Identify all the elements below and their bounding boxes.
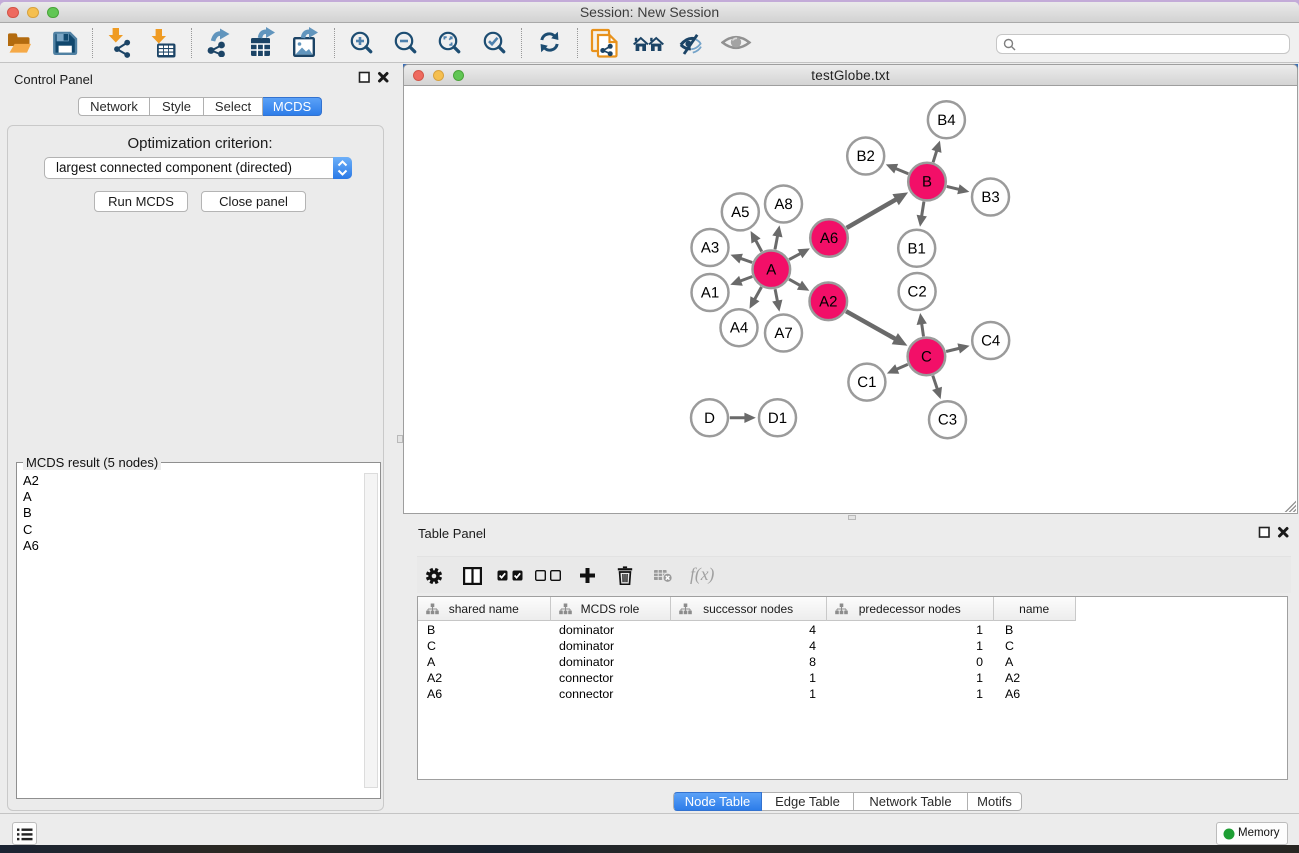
- svg-text:B2: B2: [857, 148, 875, 165]
- svg-text:A5: A5: [731, 204, 749, 221]
- svg-text:A1: A1: [701, 285, 719, 302]
- svg-text:A7: A7: [774, 325, 792, 342]
- svg-text:B1: B1: [908, 240, 926, 257]
- svg-text:A2: A2: [819, 293, 837, 310]
- svg-text:A4: A4: [730, 320, 748, 337]
- svg-text:A3: A3: [701, 240, 719, 257]
- svg-text:C: C: [921, 348, 932, 365]
- svg-text:C2: C2: [908, 284, 927, 301]
- svg-text:C1: C1: [857, 374, 876, 391]
- svg-text:C4: C4: [981, 333, 1000, 350]
- svg-text:B: B: [922, 174, 932, 191]
- svg-text:B3: B3: [981, 189, 999, 206]
- svg-text:D: D: [704, 410, 715, 427]
- svg-text:D1: D1: [768, 410, 787, 427]
- svg-text:A6: A6: [820, 230, 838, 247]
- svg-text:A8: A8: [774, 196, 792, 213]
- svg-text:B4: B4: [937, 112, 955, 129]
- svg-text:A: A: [766, 261, 776, 278]
- svg-text:C3: C3: [938, 412, 957, 429]
